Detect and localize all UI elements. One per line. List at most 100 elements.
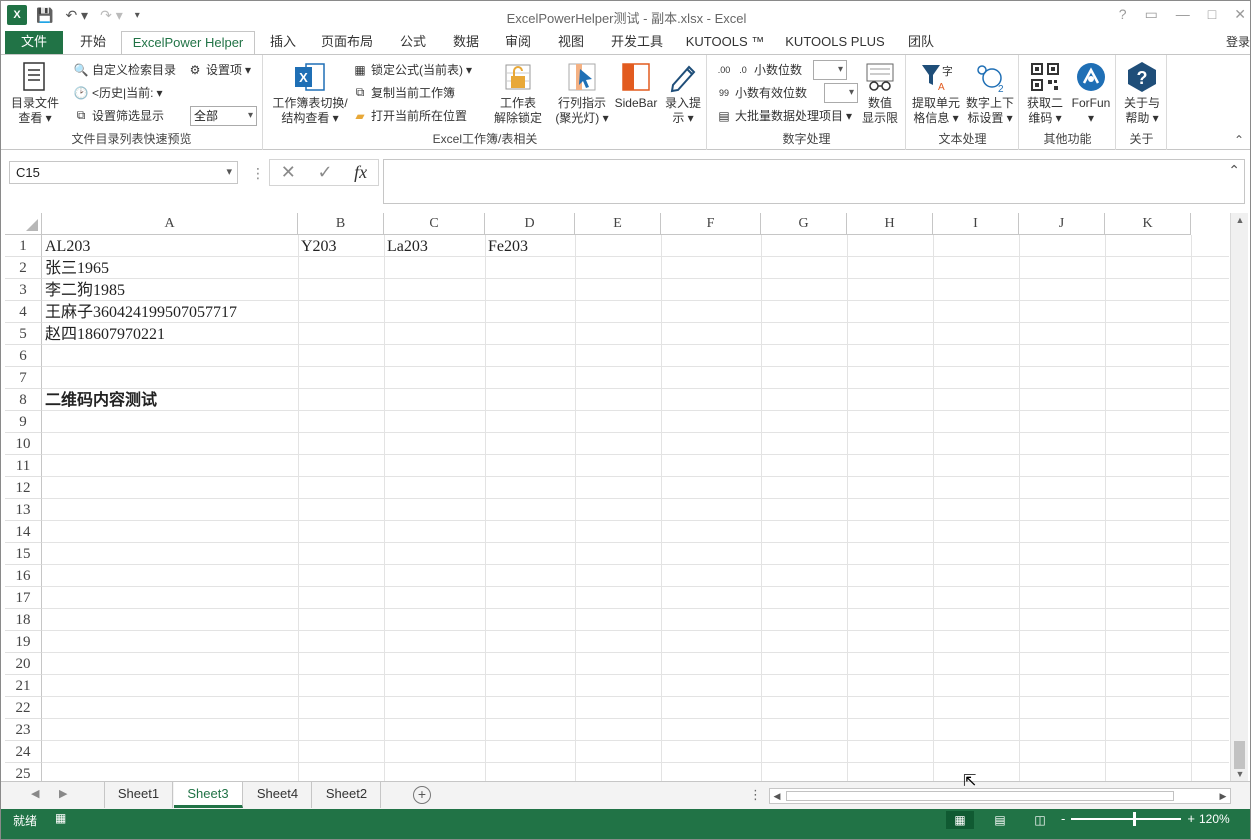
- sign-in-link[interactable]: 登录: [1226, 33, 1250, 50]
- open-location-button[interactable]: ▰ 打开当前所在位置: [352, 107, 467, 124]
- row-header-19[interactable]: 19: [5, 631, 42, 653]
- horizontal-scrollbar[interactable]: ◀ ▶: [769, 788, 1231, 804]
- significant-digits-combo[interactable]: [824, 83, 858, 103]
- select-all-corner[interactable]: [5, 213, 42, 235]
- cell-a2[interactable]: 张三1965: [42, 258, 109, 280]
- input-hint-button[interactable]: 录入提 示 ▾: [662, 61, 704, 126]
- row-header-10[interactable]: 10: [5, 433, 42, 455]
- tab-file[interactable]: 文件: [5, 31, 63, 54]
- row-header-8[interactable]: 8: [5, 389, 42, 411]
- tab-page-layout[interactable]: 页面布局: [311, 31, 383, 54]
- tab-developer[interactable]: 开发工具: [601, 31, 673, 54]
- row-header-17[interactable]: 17: [5, 587, 42, 609]
- vertical-scrollbar[interactable]: ▲ ▼: [1230, 213, 1248, 781]
- sheet-tab-sheet1[interactable]: Sheet1: [105, 782, 173, 808]
- workbook-switch-button[interactable]: X 工作簿表切换/ 结构查看 ▾: [268, 61, 352, 126]
- row-header-20[interactable]: 20: [5, 653, 42, 675]
- collapse-formula-bar-icon[interactable]: ⌃: [1228, 162, 1240, 179]
- zoom-slider[interactable]: [1071, 811, 1182, 826]
- history-current-button[interactable]: 🕑 <历史|当前: ▾: [73, 84, 163, 101]
- row-header-14[interactable]: 14: [5, 521, 42, 543]
- formula-bar-splitter[interactable]: ⋮: [251, 165, 265, 182]
- row-header-4[interactable]: 4: [5, 301, 42, 323]
- tab-kutools-plus[interactable]: KUTOOLS PLUS: [777, 31, 893, 54]
- zoom-percent[interactable]: 120%: [1199, 812, 1230, 826]
- name-box[interactable]: C15: [9, 161, 238, 184]
- formula-input[interactable]: ⌃: [383, 159, 1245, 204]
- cell-a8[interactable]: 二维码内容测试: [42, 390, 157, 412]
- row-header-18[interactable]: 18: [5, 609, 42, 631]
- tab-insert[interactable]: 插入: [259, 31, 307, 54]
- tab-kutools[interactable]: KUTOOLS ™: [679, 31, 771, 54]
- row-header-9[interactable]: 9: [5, 411, 42, 433]
- row-header-6[interactable]: 6: [5, 345, 42, 367]
- maximize-button[interactable]: □: [1208, 6, 1216, 23]
- column-header-k[interactable]: K: [1105, 213, 1191, 235]
- about-help-button[interactable]: ? 关于与 帮助 ▾: [1119, 61, 1165, 126]
- row-header-12[interactable]: 12: [5, 477, 42, 499]
- vertical-scroll-thumb[interactable]: [1234, 741, 1245, 769]
- sheet-tab-sheet4[interactable]: Sheet4: [244, 782, 312, 808]
- row-header-16[interactable]: 16: [5, 565, 42, 587]
- cell-b1[interactable]: Y203: [298, 236, 337, 258]
- column-header-a[interactable]: A: [42, 213, 298, 235]
- forfun-button[interactable]: ForFun ▾: [1068, 61, 1114, 126]
- row-header-23[interactable]: 23: [5, 719, 42, 741]
- row-header-3[interactable]: 3: [5, 279, 42, 301]
- column-header-c[interactable]: C: [384, 213, 485, 235]
- tab-team[interactable]: 团队: [899, 31, 943, 54]
- significant-digits-button[interactable]: 99 小数有效位数: [716, 84, 807, 101]
- unlock-sheet-button[interactable]: 工作表 解除锁定: [490, 61, 546, 126]
- row-header-24[interactable]: 24: [5, 741, 42, 763]
- row-header-1[interactable]: 1: [5, 235, 42, 257]
- row-header-7[interactable]: 7: [5, 367, 42, 389]
- extract-cell-info-button[interactable]: 字A 提取单元 格信息 ▾: [909, 61, 963, 126]
- qr-code-button[interactable]: 获取二 维码 ▾: [1022, 61, 1068, 126]
- cell-a4[interactable]: 王麻子360424199507057717: [42, 302, 237, 324]
- insert-function-icon[interactable]: fx: [354, 162, 367, 183]
- tab-data[interactable]: 数据: [443, 31, 489, 54]
- column-header-i[interactable]: I: [933, 213, 1019, 235]
- zoom-out-button[interactable]: -: [1061, 811, 1065, 826]
- column-header-e[interactable]: E: [575, 213, 661, 235]
- directory-view-button[interactable]: 目录文件 查看 ▾: [7, 61, 63, 126]
- filter-combo[interactable]: 全部: [190, 106, 257, 126]
- scroll-left-icon[interactable]: ◀: [770, 789, 784, 803]
- row-header-22[interactable]: 22: [5, 697, 42, 719]
- prev-sheet-icon[interactable]: ◀: [31, 787, 39, 800]
- cell-c1[interactable]: La203: [384, 236, 428, 258]
- cell-d1[interactable]: Fe203: [485, 236, 528, 258]
- column-header-h[interactable]: H: [847, 213, 933, 235]
- sheet-tab-sheet2[interactable]: Sheet2: [313, 782, 381, 808]
- ribbon-display-button[interactable]: ▭: [1145, 6, 1158, 23]
- settings-button[interactable]: ⚙ 设置项 ▾: [187, 61, 251, 78]
- row-header-15[interactable]: 15: [5, 543, 42, 565]
- tab-view[interactable]: 视图: [547, 31, 595, 54]
- row-header-2[interactable]: 2: [5, 257, 42, 279]
- new-sheet-button[interactable]: +: [413, 786, 431, 804]
- scroll-up-icon[interactable]: ▲: [1231, 215, 1249, 225]
- filter-display-button[interactable]: ⧉ 设置筛选显示: [73, 107, 164, 124]
- normal-view-icon[interactable]: ▦: [946, 811, 974, 829]
- column-header-b[interactable]: B: [298, 213, 384, 235]
- scroll-right-icon[interactable]: ▶: [1216, 789, 1230, 803]
- column-header-d[interactable]: D: [485, 213, 575, 235]
- copy-workbook-button[interactable]: ⧉ 复制当前工作簿: [352, 84, 455, 101]
- worksheet-grid[interactable]: ▲ ▼ A B C D E F G H I J K 1 2 3 4 5 6 7 8 9 10 11 12 13 14 15 16 17…: [1, 213, 1250, 781]
- next-sheet-icon[interactable]: ▶: [59, 787, 67, 800]
- custom-search-dir-button[interactable]: 🔍 自定义检索目录: [73, 61, 177, 78]
- row-header-13[interactable]: 13: [5, 499, 42, 521]
- tab-home[interactable]: 开始: [67, 31, 119, 54]
- decimal-places-combo[interactable]: [813, 60, 847, 80]
- tab-split-handle[interactable]: ⋮: [749, 787, 762, 803]
- decimal-places-button[interactable]: .00 .0 小数位数: [716, 61, 802, 78]
- collapse-ribbon-icon[interactable]: ⌃: [1234, 133, 1244, 147]
- cell-a5[interactable]: 赵四18607970221: [42, 324, 165, 346]
- column-header-f[interactable]: F: [661, 213, 761, 235]
- tab-formulas[interactable]: 公式: [387, 31, 439, 54]
- tab-review[interactable]: 审阅: [495, 31, 541, 54]
- sidebar-button[interactable]: SideBar: [612, 61, 660, 111]
- macro-record-icon[interactable]: ▦: [55, 811, 66, 825]
- cancel-icon[interactable]: ✕: [281, 162, 296, 183]
- row-header-21[interactable]: 21: [5, 675, 42, 697]
